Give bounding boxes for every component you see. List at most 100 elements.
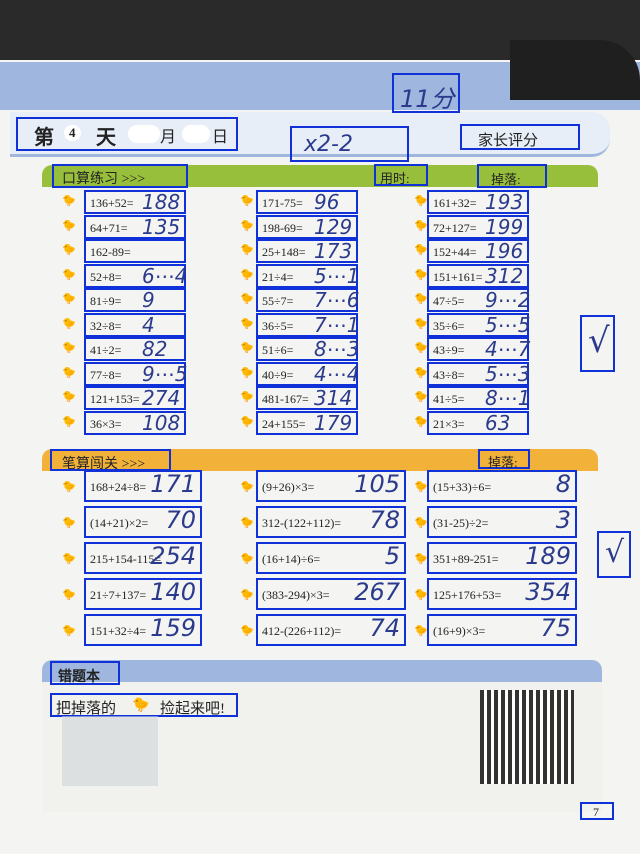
- equation: 40÷9=: [262, 367, 294, 382]
- chick-icon: 🐤: [240, 293, 254, 305]
- handwritten-answer: 267: [354, 578, 400, 606]
- section3-subtitle-box: 把掉落的 🐤 捡起来吧!: [50, 693, 238, 717]
- handwritten-answer: 3: [555, 506, 571, 534]
- check-mark: √: [588, 321, 610, 361]
- chick-icon: 🐤: [414, 268, 428, 281]
- s2-col3-item: 351+89-251= 189: [427, 542, 577, 574]
- s1-col1-item: 64+71= 135: [84, 214, 186, 239]
- chick-icon: 🐤: [62, 342, 76, 354]
- handwritten-answer: 135: [142, 214, 181, 239]
- s1-col2-item: 171-75= 96: [256, 190, 358, 214]
- month-blank: [128, 125, 160, 143]
- chick-icon: 🐤: [132, 698, 150, 713]
- page-number-box: 7: [580, 802, 614, 820]
- handwritten-answer: 188: [142, 190, 181, 214]
- handwritten-answer: 4⋯4: [314, 361, 360, 386]
- s1-col2-item: 36÷5= 7⋯1: [256, 312, 359, 337]
- chick-icon: 🐤: [414, 517, 428, 529]
- s1-col2-item: 198-69= 129: [256, 214, 358, 239]
- s1-col2-item: 25+148= 173: [256, 239, 358, 263]
- chick-icon: 🐤: [414, 317, 428, 330]
- day-prefix: 第: [34, 127, 54, 149]
- chick-icon: 🐤: [414, 553, 428, 565]
- score-handwriting-box: x2-2: [290, 126, 409, 162]
- check-mark-box-1: √: [580, 315, 615, 372]
- handwritten-answer: 6⋯4: [142, 263, 188, 288]
- chick-icon: 🐤: [62, 481, 76, 493]
- handwritten-answer: 75: [540, 614, 571, 642]
- equation: 51÷6=: [262, 343, 294, 357]
- s1-col1-item: 36×3= 108: [84, 410, 186, 435]
- time-used-label: 用时:: [380, 171, 410, 186]
- drop2-label: 掉落:: [488, 455, 518, 470]
- equation: 52+8=: [90, 269, 122, 284]
- equation: 125+176+53=: [433, 588, 502, 602]
- handwritten-answer: 9: [142, 288, 155, 312]
- chick-icon: 🐤: [62, 391, 76, 403]
- equation: 312-(122+112)=: [262, 516, 342, 530]
- s1-col3-item: 151+161= 312: [427, 263, 529, 288]
- equation: 151+161=: [433, 269, 483, 284]
- equation: 36×3=: [90, 416, 122, 431]
- handwritten-answer: 7⋯6: [314, 288, 360, 312]
- chick-icon: 🐤: [240, 481, 254, 493]
- s1-col2-item: 51÷6= 8⋯3: [256, 337, 359, 361]
- s2-col2-item: (9+26)×3= 105: [256, 470, 406, 502]
- s1-col3-item: 47÷5= 9⋯2: [427, 288, 531, 312]
- parent-score-label: 家长评分: [478, 133, 539, 149]
- handwritten-answer: 159: [150, 614, 196, 642]
- check-mark-box-2: √: [597, 531, 631, 578]
- section2-title-box: 笔算闯关 >>>: [50, 449, 171, 472]
- date-box: 第 4 天 月 日: [16, 117, 238, 151]
- drop2-box: 掉落:: [478, 449, 530, 470]
- handwritten-answer: 189: [525, 542, 571, 570]
- chick-icon: 🐤: [240, 195, 254, 207]
- equation: 412-(226+112)=: [262, 624, 342, 638]
- chick-icon: 🐤: [414, 415, 428, 428]
- handwritten-answer: 314: [314, 386, 353, 410]
- drop1-box: 掉落:: [477, 164, 547, 188]
- handwritten-answer: 4: [142, 312, 155, 337]
- handwritten-answer: 173: [314, 239, 353, 263]
- chick-icon: 🐤: [62, 589, 76, 601]
- chick-icon: 🐤: [414, 589, 428, 601]
- equation: 72+127=: [433, 220, 477, 235]
- equation: (31-25)÷2=: [433, 516, 489, 530]
- equation: 43÷8=: [433, 367, 465, 382]
- chick-icon: 🐤: [62, 268, 76, 281]
- handwritten-answer: 96: [314, 190, 340, 214]
- s1-col2-item: 481-167= 314: [256, 386, 358, 410]
- s2-col3-item: (15+33)÷6= 8: [427, 470, 577, 502]
- s2-col3-item: (16+9)×3= 75: [427, 614, 577, 646]
- handwritten-answer: 8: [555, 470, 571, 498]
- handwritten-answer: 193: [485, 190, 524, 214]
- page-number: 7: [593, 805, 599, 819]
- chick-icon: 🐤: [62, 219, 76, 232]
- section3-subtitle-2: 捡起来吧!: [160, 701, 225, 717]
- s2-col2-item: (383-294)×3= 267: [256, 578, 406, 610]
- chick-icon: 🐤: [62, 195, 76, 207]
- equation: (9+26)×3=: [262, 480, 315, 494]
- s1-col1-item: 121+153= 274: [84, 386, 186, 410]
- s1-col3-item: 41÷5= 8⋯1: [427, 386, 530, 410]
- s2-col2-item: (16+14)÷6= 5: [256, 542, 406, 574]
- handwritten-answer: 196: [485, 239, 524, 263]
- s2-col3-item: (31-25)÷2= 3: [427, 506, 577, 538]
- handwritten-answer: 108: [142, 410, 181, 435]
- s2-col3-item: 125+176+53= 354: [427, 578, 577, 610]
- handwritten-answer: 74: [369, 614, 400, 642]
- equation: 152+44=: [433, 245, 477, 259]
- handwritten-answer: 140: [150, 578, 196, 606]
- s1-col1-item: 136+52= 188: [84, 190, 186, 214]
- equation: (16+9)×3=: [433, 624, 486, 638]
- handwritten-answer: 9⋯2: [485, 288, 531, 312]
- chick-icon: 🐤: [414, 293, 428, 305]
- chick-icon: 🐤: [240, 342, 254, 354]
- s2-col1-item: 21÷7+137= 140: [84, 578, 202, 610]
- handwritten-answer: 9⋯5: [142, 361, 188, 386]
- handwritten-answer: 171: [150, 470, 196, 498]
- equation: (383-294)×3=: [262, 588, 330, 602]
- equation: 43÷9=: [433, 343, 465, 357]
- chick-icon: 🐤: [62, 517, 76, 529]
- chick-icon: 🐤: [414, 625, 428, 637]
